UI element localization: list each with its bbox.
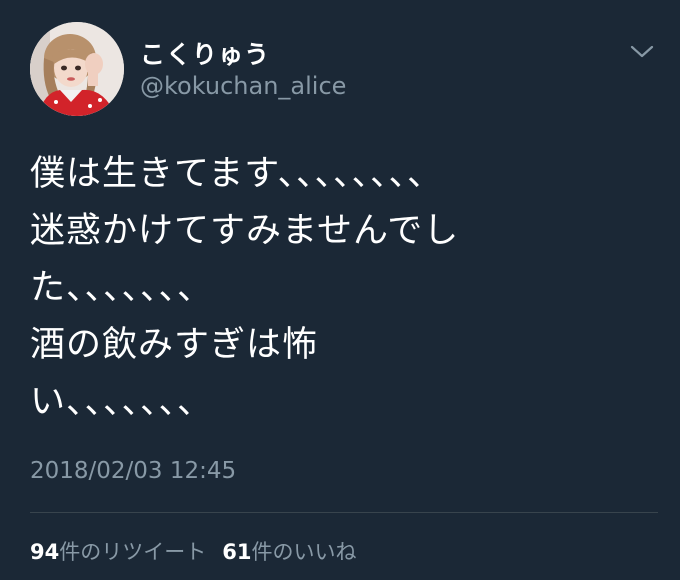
tweet-text-line: 僕は生きてます、、、、、、、、 <box>30 154 443 194</box>
tweet-text: 僕は生きてます、、、、、、、、 迷惑かけてすみませんでし た、、、、、、、 酒の… <box>30 146 660 431</box>
like-stat[interactable]: 61件のいいね <box>222 540 356 564</box>
retweet-label: 件のリツイート <box>59 540 207 564</box>
divider <box>30 512 658 513</box>
display-name[interactable]: こくりゅう <box>140 35 270 71</box>
user-handle[interactable]: @kokuchan_alice <box>140 72 346 100</box>
tweet-stats: 94件のリツイート 61件のいいね <box>30 536 356 566</box>
chevron-down-icon[interactable] <box>628 40 656 62</box>
tweet-text-line: 酒の飲みすぎは怖 <box>30 325 319 365</box>
like-count: 61 <box>222 540 252 564</box>
tweet-text-line: 迷惑かけてすみませんでし <box>30 211 460 251</box>
retweet-stat[interactable]: 94件のリツイート <box>30 540 206 564</box>
tweet-text-line: た、、、、、、、 <box>30 268 214 308</box>
like-label: 件のいいね <box>251 540 357 564</box>
tweet-text-line: い、、、、、、、 <box>30 382 214 422</box>
avatar[interactable] <box>30 22 124 116</box>
tweet-card: こくりゅう @kokuchan_alice 僕は生きてます、、、、、、、、 迷惑… <box>0 0 680 580</box>
retweet-count: 94 <box>30 540 60 564</box>
tweet-timestamp[interactable]: 2018/02/03 12:45 <box>30 458 236 484</box>
